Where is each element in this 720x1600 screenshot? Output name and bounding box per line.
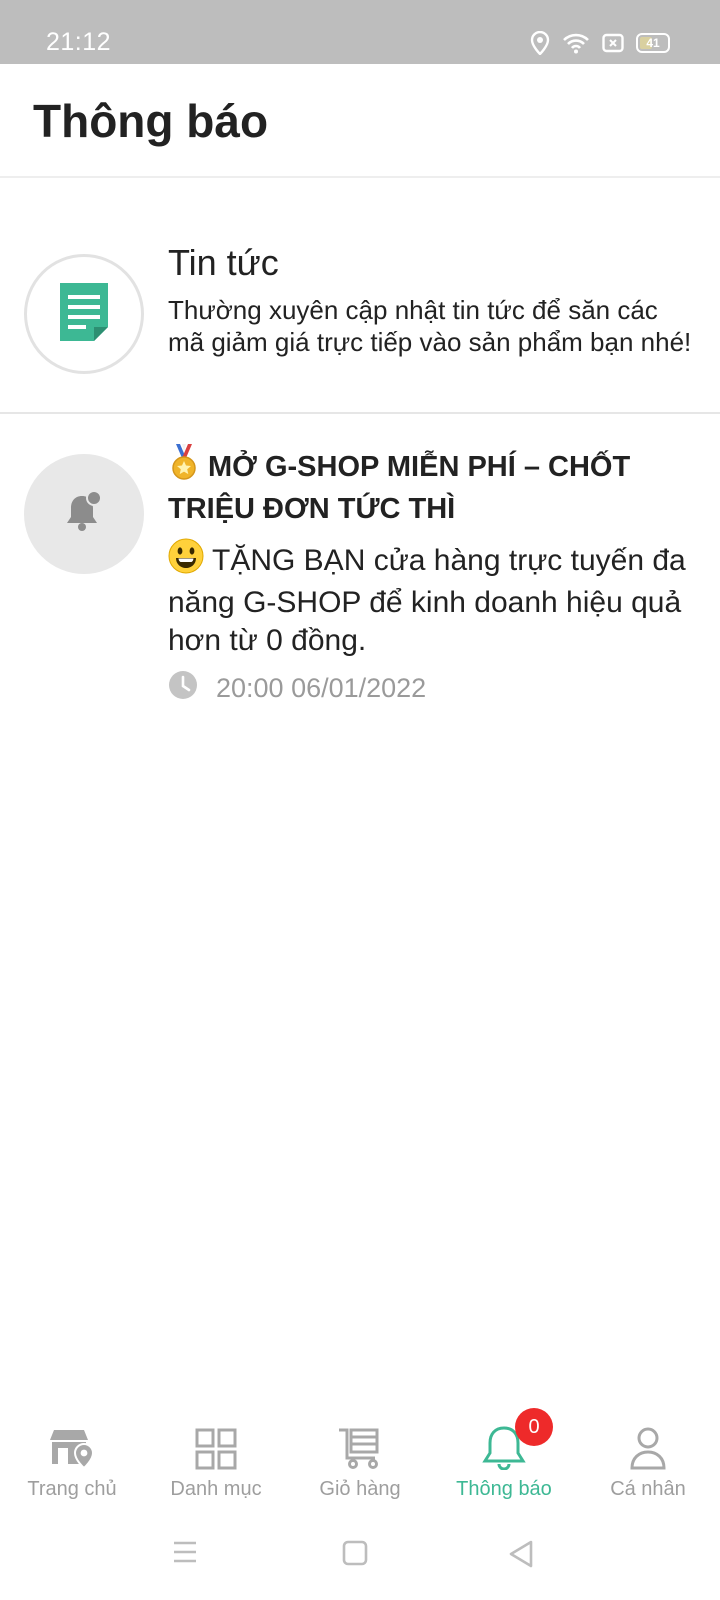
- wifi-icon: [562, 32, 590, 54]
- promo-title-row: MỞ G-SHOP MIỄN PHÍ – CHỐT TRIỆU ĐƠN TỨC …: [168, 444, 696, 528]
- sim-icon: [602, 33, 624, 53]
- store-location-icon: [48, 1422, 96, 1470]
- nav-label-home: Trang chủ: [27, 1478, 117, 1500]
- medal-emoji: [168, 444, 200, 490]
- notification-promo[interactable]: MỞ G-SHOP MIỄN PHÍ – CHỐT TRIỆU ĐƠN TỨC …: [0, 416, 720, 716]
- grid-icon: [195, 1422, 237, 1470]
- location-icon: [530, 31, 550, 55]
- nav-item-notifications[interactable]: 0 Thông báo: [432, 1408, 576, 1518]
- news-body: Tin tức Thường xuyên cập nhật tin tức để…: [168, 218, 696, 358]
- nav-label-profile: Cá nhân: [610, 1478, 686, 1500]
- page-title: Thông báo: [33, 95, 269, 147]
- back-triangle-icon[interactable]: [508, 1540, 534, 1573]
- nav-item-home[interactable]: Trang chủ: [0, 1408, 144, 1518]
- promo-title: MỞ G-SHOP MIỄN PHÍ – CHỐT TRIỆU ĐƠN TỨC …: [168, 451, 631, 525]
- promo-timestamp: 20:00 06/01/2022: [216, 673, 427, 703]
- notification-news[interactable]: Tin tức Thường xuyên cập nhật tin tức để…: [0, 218, 720, 414]
- nav-label-categories: Danh mục: [170, 1478, 262, 1500]
- status-icons: 41: [530, 30, 670, 56]
- document-icon: [58, 281, 110, 348]
- bottom-nav: Trang chủ Danh mục Giỏ hàng 0 Thông báo …: [0, 1408, 720, 1518]
- promo-description: TẶNG BẠN cửa hàng trực tuyến đa năng G-S…: [168, 544, 686, 657]
- news-description: Thường xuyên cập nhật tin tức để săn các…: [168, 295, 692, 357]
- smiley-emoji: [168, 538, 204, 584]
- nav-item-cart[interactable]: Giỏ hàng: [288, 1408, 432, 1518]
- promo-timestamp-row: 20:00 06/01/2022: [168, 670, 696, 707]
- news-avatar: [24, 254, 144, 374]
- home-square-icon[interactable]: [342, 1540, 368, 1571]
- battery-level: 41: [646, 36, 660, 50]
- notification-badge: 0: [515, 1408, 553, 1446]
- nav-label-notifications: Thông báo: [456, 1478, 552, 1500]
- promo-avatar: [24, 454, 144, 574]
- nav-item-categories[interactable]: Danh mục: [144, 1408, 288, 1518]
- status-bar: 21:12 41: [0, 0, 720, 64]
- cart-icon: [337, 1422, 383, 1470]
- nav-label-cart: Giỏ hàng: [319, 1478, 401, 1500]
- status-time: 21:12: [46, 28, 112, 56]
- promo-description-row: TẶNG BẠN cửa hàng trực tuyến đa năng G-S…: [168, 538, 696, 660]
- clock-icon: [168, 670, 198, 707]
- header: Thông báo: [0, 64, 720, 178]
- news-title: Tin tức: [168, 242, 279, 283]
- bell-icon: [62, 489, 106, 539]
- person-icon: [629, 1422, 667, 1470]
- menu-icon[interactable]: [172, 1540, 198, 1569]
- promo-body: MỞ G-SHOP MIỄN PHÍ – CHỐT TRIỆU ĐƠN TỨC …: [168, 416, 696, 707]
- battery-icon: 41: [636, 33, 670, 53]
- system-nav-bar: [0, 1520, 720, 1600]
- nav-item-profile[interactable]: Cá nhân: [576, 1408, 720, 1518]
